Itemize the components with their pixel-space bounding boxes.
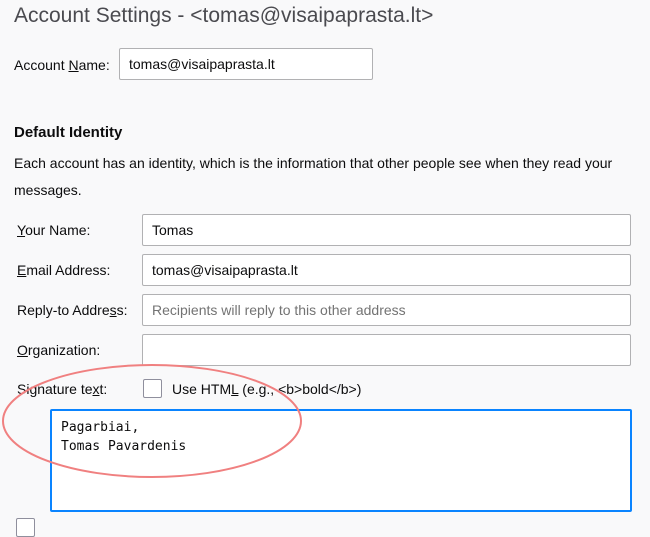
signature-textarea[interactable]: Pagarbiai, Tomas Pavardenis [50, 409, 632, 512]
email-address-input[interactable]: tomas@visaipaprasta.lt [142, 254, 631, 286]
organization-input[interactable] [142, 334, 631, 366]
reply-to-label: Reply-to Address: [17, 302, 128, 318]
use-html-checkbox[interactable] [143, 379, 162, 398]
page-title: Account Settings - <tomas@visaipaprasta.… [14, 4, 434, 27]
signature-text-label: Signature text: [17, 381, 108, 397]
use-html-label[interactable]: Use HTML (e.g., <b>bold</b>) [172, 381, 361, 397]
partial-checkbox[interactable] [16, 518, 35, 537]
account-name-label: Account Name: [14, 57, 110, 73]
section-heading: Default Identity [14, 124, 123, 141]
email-address-label: Email Address: [17, 262, 111, 278]
reply-to-input[interactable]: Recipients will reply to this other addr… [142, 294, 631, 326]
your-name-label: Your Name: [17, 222, 91, 238]
account-name-input[interactable]: tomas@visaipaprasta.lt [119, 48, 373, 80]
your-name-input[interactable]: Tomas [142, 214, 631, 246]
organization-label: Organization: [17, 342, 101, 358]
identity-description: Each account has an identity, which is t… [14, 155, 613, 198]
